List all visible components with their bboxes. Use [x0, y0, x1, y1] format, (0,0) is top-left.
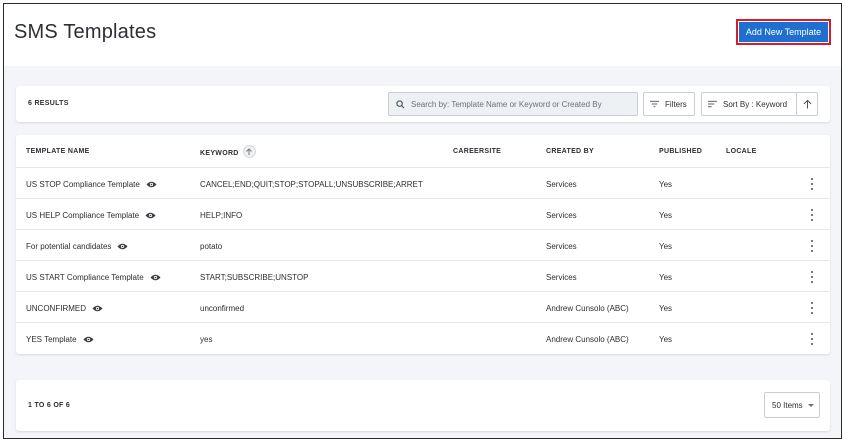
template-name-cell: US HELP Compliance Template — [26, 211, 156, 220]
column-header-keyword[interactable]: KEYWORD — [200, 145, 256, 158]
template-name-cell: For potential candidates — [26, 242, 128, 251]
more-options-icon[interactable] — [808, 177, 816, 191]
template-name-cell: US STOP Compliance Template — [26, 180, 157, 189]
sort-by-label: Sort By : Keyword — [723, 99, 788, 109]
template-name-cell: YES Template — [26, 335, 94, 344]
template-name[interactable]: US STOP Compliance Template — [26, 180, 140, 189]
chevron-down-icon — [807, 403, 814, 407]
keyword-cell: CANCEL;END;QUIT;STOP;STOPALL;UNSUBSCRIBE… — [200, 180, 423, 189]
results-toolbar: 6 RESULTS Filters Sort By : Keyword — [16, 86, 830, 122]
sort-by-button[interactable]: Sort By : Keyword — [701, 92, 797, 116]
published-cell: Yes — [659, 304, 673, 313]
search-icon — [396, 99, 405, 109]
column-header-created-by[interactable]: CREATED BY — [546, 148, 594, 155]
add-template-highlight: Add New Template — [736, 19, 831, 45]
search-box[interactable] — [388, 92, 638, 116]
template-name-cell: US START Compliance Template — [26, 273, 161, 282]
more-options-icon[interactable] — [808, 208, 816, 222]
created-by-cell: Services — [546, 242, 577, 251]
created-by-cell: Andrew Cunsolo (ABC) — [546, 304, 629, 313]
filters-label: Filters — [665, 99, 687, 109]
more-options-icon[interactable] — [808, 270, 816, 284]
sort-direction-button[interactable] — [796, 92, 818, 116]
column-header-published[interactable]: PUBLISHED — [659, 148, 702, 155]
template-name[interactable]: US HELP Compliance Template — [26, 211, 139, 220]
template-name[interactable]: US START Compliance Template — [26, 273, 144, 282]
keyword-cell: potato — [200, 242, 223, 251]
more-options-icon[interactable] — [808, 239, 816, 253]
template-name[interactable]: For potential candidates — [26, 242, 111, 251]
template-name[interactable]: UNCONFIRMED — [26, 304, 86, 313]
published-cell: Yes — [659, 273, 673, 282]
column-header-locale[interactable]: LOCALE — [726, 148, 757, 155]
templates-table: TEMPLATE NAME KEYWORD CAREERSITE CREATED… — [16, 135, 830, 354]
items-per-page-value: 50 Items — [772, 400, 803, 410]
table-row[interactable]: US HELP Compliance Template HELP;INFO Se… — [16, 199, 830, 230]
created-by-cell: Services — [546, 180, 577, 189]
keyword-cell: START;SUBSCRIBE;UNSTOP — [200, 273, 309, 282]
pagination-info: 1 TO 6 OF 6 — [28, 402, 71, 409]
published-cell: Yes — [659, 211, 673, 220]
add-new-template-button[interactable]: Add New Template — [739, 22, 828, 42]
keyword-cell: yes — [200, 335, 213, 344]
keyword-cell: HELP;INFO — [200, 211, 243, 220]
arrow-up-icon — [803, 99, 812, 109]
column-header-template-name[interactable]: TEMPLATE NAME — [26, 148, 90, 155]
eye-icon[interactable] — [83, 336, 94, 343]
page-header: SMS Templates Add New Template — [4, 4, 841, 66]
sort-ascending-icon[interactable] — [242, 145, 256, 158]
eye-icon[interactable] — [117, 243, 128, 250]
filter-icon — [650, 100, 659, 108]
more-options-icon[interactable] — [808, 301, 816, 315]
eye-icon[interactable] — [145, 212, 156, 219]
table-header: TEMPLATE NAME KEYWORD CAREERSITE CREATED… — [16, 135, 830, 168]
search-input[interactable] — [411, 99, 631, 109]
created-by-cell: Andrew Cunsolo (ABC) — [546, 335, 629, 344]
eye-icon[interactable] — [150, 274, 161, 281]
keyword-cell: unconfirmed — [200, 304, 245, 313]
eye-icon[interactable] — [92, 305, 103, 312]
results-count: 6 RESULTS — [28, 100, 69, 107]
page-title: SMS Templates — [14, 21, 157, 43]
template-name[interactable]: YES Template — [26, 335, 77, 344]
table-row[interactable]: YES Template yes Andrew Cunsolo (ABC) Ye… — [16, 323, 830, 354]
created-by-cell: Services — [546, 273, 577, 282]
pagination-bar: 1 TO 6 OF 6 50 Items — [16, 380, 830, 431]
table-row[interactable]: UNCONFIRMED unconfirmed Andrew Cunsolo (… — [16, 292, 830, 323]
column-header-careersite[interactable]: CAREERSITE — [453, 148, 501, 155]
table-row[interactable]: For potential candidates potato Services… — [16, 230, 830, 261]
table-row[interactable]: US START Compliance Template START;SUBSC… — [16, 261, 830, 292]
column-header-keyword-label: KEYWORD — [200, 149, 239, 157]
app-frame: SMS Templates Add New Template 6 RESULTS… — [3, 3, 842, 439]
eye-icon[interactable] — [146, 181, 157, 188]
items-per-page-select[interactable]: 50 Items — [764, 392, 820, 418]
filters-button[interactable]: Filters — [643, 92, 695, 116]
table-row[interactable]: US STOP Compliance Template CANCEL;END;Q… — [16, 168, 830, 199]
created-by-cell: Services — [546, 211, 577, 220]
template-name-cell: UNCONFIRMED — [26, 304, 103, 313]
published-cell: Yes — [659, 242, 673, 251]
more-options-icon[interactable] — [808, 332, 816, 346]
sort-icon — [708, 100, 717, 108]
published-cell: Yes — [659, 180, 673, 189]
published-cell: Yes — [659, 335, 673, 344]
